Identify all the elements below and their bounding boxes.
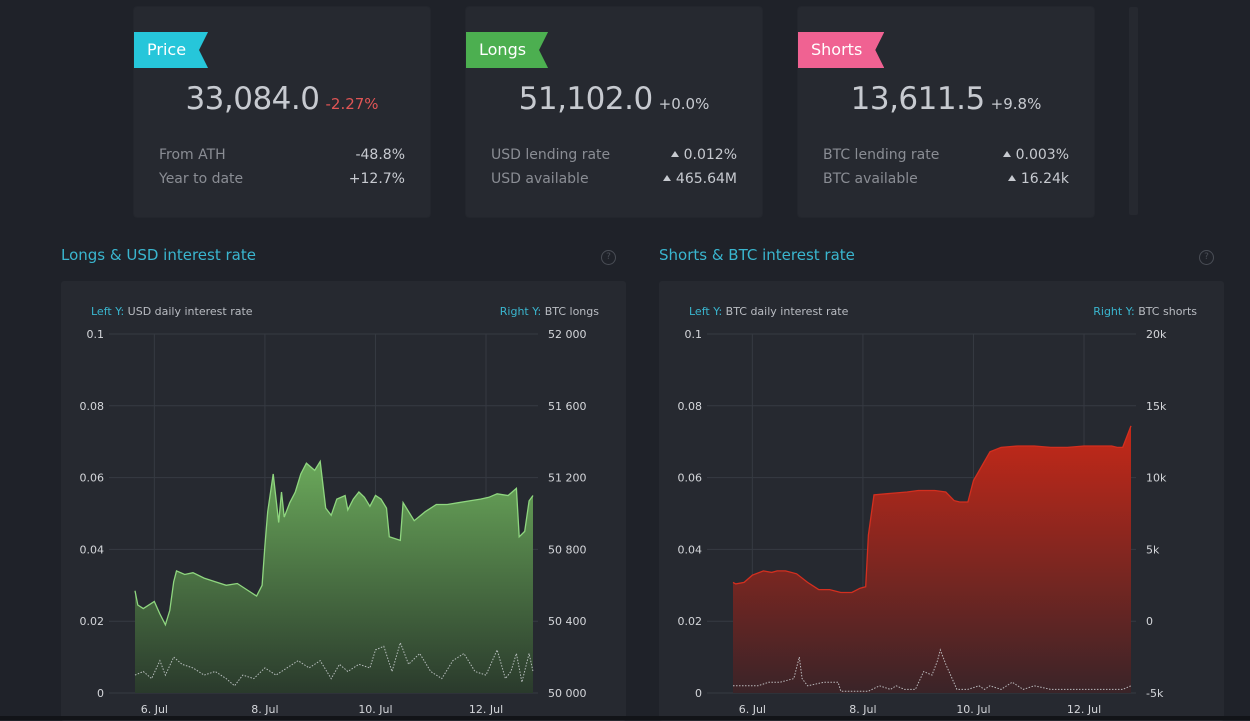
shorts-tag: Shorts: [798, 32, 884, 68]
stat-row: Year to date +12.7%: [159, 167, 405, 191]
axis-key: Right Y:: [499, 305, 542, 318]
left-tick-label: 0.06: [678, 472, 703, 485]
area-fill: [733, 425, 1131, 693]
price-tag: Price: [134, 32, 208, 68]
longs-value-row: 51,102.0 +0.0%: [466, 81, 762, 117]
stat-value: 0.003%: [1015, 147, 1069, 163]
right-tick-label: 51 600: [548, 400, 587, 413]
stat-row: USD available 465.64M: [491, 167, 737, 191]
x-tick-label: 8. Jul: [251, 703, 278, 716]
left-axis-caption: Left Y: USD daily interest rate: [91, 305, 253, 318]
stat-label: Year to date: [159, 171, 244, 187]
x-tick-label: 12. Jul: [1067, 703, 1101, 716]
stat-label: BTC available: [823, 171, 918, 187]
stat-row: From ATH -48.8%: [159, 143, 405, 167]
stat-label: USD available: [491, 171, 589, 187]
stat-row: BTC available 16.24k: [823, 167, 1069, 191]
right-tick-label: 50 400: [548, 615, 587, 628]
triangle-up-icon: [670, 151, 679, 157]
axis-label: BTC daily interest rate: [725, 305, 849, 318]
triangle-up-icon: [1002, 151, 1011, 157]
shorts-change: +9.8%: [990, 95, 1042, 113]
longs-stats: USD lending rate 0.012% USD available 465.…: [491, 143, 737, 191]
x-tick-label: 8. Jul: [849, 703, 876, 716]
longs-change: +0.0%: [658, 95, 710, 113]
right-tick-label: 52 000: [548, 328, 587, 341]
stat-value-wrap: 465.64M: [662, 167, 737, 191]
right-tick-label: 0: [1146, 615, 1153, 628]
stat-value: +12.7%: [348, 171, 405, 187]
stat-label: USD lending rate: [491, 147, 611, 163]
shorts-value: 13,611.5: [850, 81, 986, 117]
right-axis-caption: Right Y: BTC longs: [500, 305, 599, 318]
price-card: Price 33,084.0 -2.27% From ATH -48.8% Year…: [134, 7, 430, 217]
x-tick-label: 10. Jul: [956, 703, 990, 716]
left-tick-label: 0.06: [80, 472, 105, 485]
price-stats: From ATH -48.8% Year to date +12.7%: [159, 143, 405, 191]
left-tick-label: 0: [695, 687, 702, 700]
axis-label: BTC longs: [544, 305, 599, 318]
bottom-edge: [0, 716, 1250, 720]
x-tick-label: 6. Jul: [141, 703, 168, 716]
right-axis-caption: Right Y: BTC shorts: [1093, 305, 1197, 318]
shorts-stats: BTC lending rate 0.003% BTC available 16.2…: [823, 143, 1069, 191]
price-value: 33,084.0: [185, 81, 320, 117]
right-tick-label: 50 000: [548, 687, 587, 700]
stat-value: 16.24k: [1020, 171, 1069, 187]
longs-value: 51,102.0: [518, 81, 654, 117]
stat-value-wrap: 0.012%: [670, 143, 737, 167]
help-icon[interactable]: ?: [1199, 250, 1214, 265]
stat-label: From ATH: [159, 147, 226, 163]
longs-tag: Longs: [466, 32, 548, 68]
left-tick-label: 0: [97, 687, 104, 700]
right-tick-label: 5k: [1146, 543, 1160, 556]
shorts-value-row: 13,611.5 +9.8%: [798, 81, 1094, 117]
axis-label: USD daily interest rate: [127, 305, 253, 318]
left-tick-label: 0.1: [87, 328, 105, 341]
help-icon[interactable]: ?: [601, 250, 616, 265]
left-tick-label: 0.02: [678, 615, 703, 628]
price-change: -2.27%: [325, 95, 379, 113]
longs-chart-title: Longs & USD interest rate: [61, 246, 256, 264]
x-tick-label: 6. Jul: [739, 703, 766, 716]
axis-key: Right Y:: [1093, 305, 1135, 318]
axis-key: Left Y:: [689, 305, 723, 318]
left-tick-label: 0.08: [80, 400, 105, 413]
axis-key: Left Y:: [91, 305, 125, 318]
stat-value: 0.012%: [683, 147, 737, 163]
triangle-up-icon: [1007, 175, 1016, 181]
longs-chart[interactable]: 0 50 000 0.02 50 400 0.04 50 800 0.06 51 200 0.0…: [61, 320, 661, 720]
right-tick-label: 50 800: [548, 543, 587, 556]
left-tick-label: 0.04: [80, 543, 105, 556]
area-fill: [135, 461, 533, 693]
right-tick-label: 10k: [1146, 472, 1167, 485]
stat-value: -48.8%: [355, 147, 405, 163]
right-tick-label: 20k: [1146, 328, 1167, 341]
right-tick-label: 15k: [1146, 400, 1167, 413]
stat-row: BTC lending rate 0.003%: [823, 143, 1069, 167]
stat-value-wrap: 0.003%: [1002, 143, 1069, 167]
left-tick-label: 0.02: [80, 615, 105, 628]
partial-card: [1129, 7, 1138, 215]
x-tick-label: 10. Jul: [358, 703, 392, 716]
price-value-row: 33,084.0 -2.27%: [134, 81, 430, 117]
right-tick-label: -5k: [1146, 687, 1164, 700]
right-tick-label: 51 200: [548, 472, 587, 485]
longs-card: Longs 51,102.0 +0.0% USD lending rate 0.01…: [466, 7, 762, 217]
left-tick-label: 0.1: [685, 328, 703, 341]
stat-value-wrap: 16.24k: [1007, 167, 1069, 191]
shorts-chart[interactable]: 0 -5k 0.02 0 0.04 5k 0.06 10k 0.08 15k 0.1 20k 6. Ju…: [659, 320, 1250, 720]
stat-value: 465.64M: [675, 171, 737, 187]
left-tick-label: 0.08: [678, 400, 703, 413]
left-axis-caption: Left Y: BTC daily interest rate: [689, 305, 848, 318]
x-tick-label: 12. Jul: [469, 703, 503, 716]
triangle-up-icon: [662, 175, 671, 181]
stat-row: USD lending rate 0.012%: [491, 143, 737, 167]
left-tick-label: 0.04: [678, 543, 703, 556]
shorts-card: Shorts 13,611.5 +9.8% BTC lending rate 0.0…: [798, 7, 1094, 217]
stat-label: BTC lending rate: [823, 147, 940, 163]
shorts-chart-title: Shorts & BTC interest rate: [659, 246, 855, 264]
axis-label: BTC shorts: [1138, 305, 1197, 318]
